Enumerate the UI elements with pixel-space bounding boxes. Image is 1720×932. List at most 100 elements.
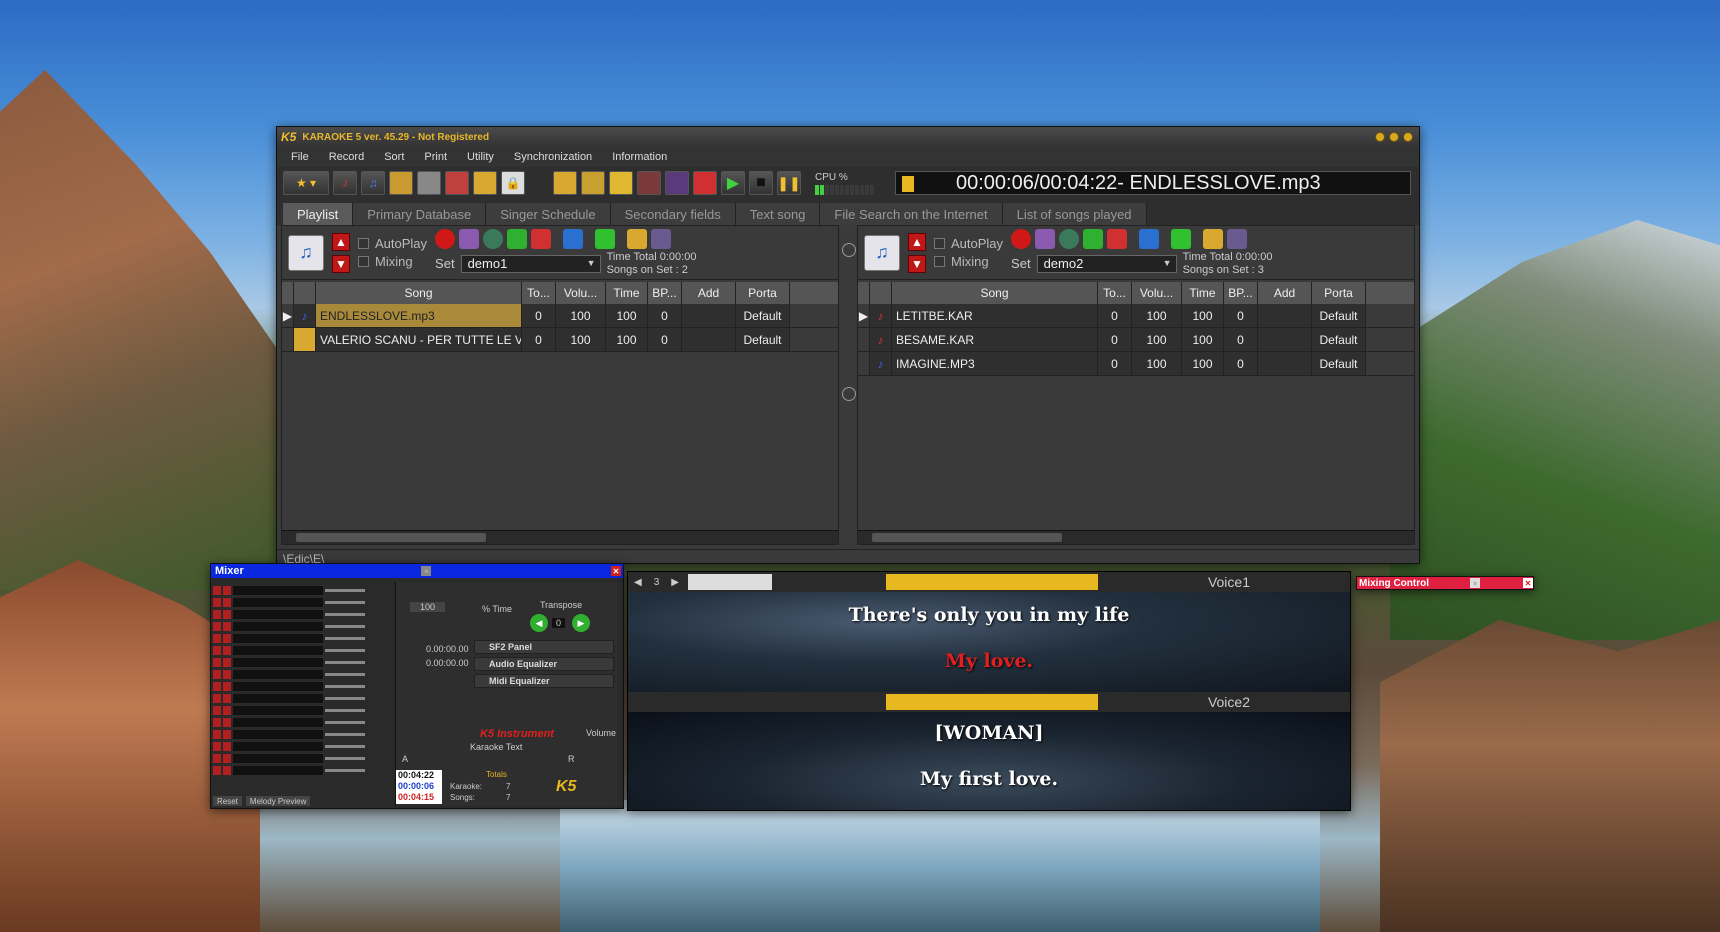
col-song[interactable]: Song bbox=[316, 282, 522, 304]
lock-icon[interactable]: 🔒 bbox=[501, 171, 525, 195]
screen-icon[interactable] bbox=[553, 171, 577, 195]
move-up-button[interactable]: ▲ bbox=[908, 232, 926, 251]
tab-list-songs-played[interactable]: List of songs played bbox=[1002, 203, 1147, 225]
add-singer-icon[interactable]: ♫ bbox=[864, 234, 900, 271]
col-time[interactable]: Time bbox=[1182, 282, 1224, 304]
list-icon[interactable] bbox=[459, 228, 480, 249]
col-bpm[interactable]: BP... bbox=[1224, 282, 1258, 304]
autoplay-checkbox[interactable]: AutoPlay bbox=[934, 235, 1003, 253]
move-up-button[interactable]: ▲ bbox=[332, 232, 350, 251]
tab-playlist[interactable]: Playlist bbox=[283, 203, 354, 225]
tab-file-search-internet[interactable]: File Search on the Internet bbox=[820, 203, 1003, 225]
prev-page-button[interactable]: ◀ bbox=[628, 577, 648, 588]
remove-icon[interactable] bbox=[1107, 228, 1128, 249]
channel-strip[interactable] bbox=[213, 730, 393, 739]
tab-secondary-fields[interactable]: Secondary fields bbox=[610, 203, 736, 225]
transpose-down-button[interactable]: ◀ bbox=[530, 614, 548, 632]
menu-sort[interactable]: Sort bbox=[384, 151, 404, 163]
maximize-button[interactable] bbox=[1389, 132, 1399, 142]
col-bpm[interactable]: BP... bbox=[648, 282, 682, 304]
title-bar[interactable]: K5 KARAOKE 5 ver. 45.29 - Not Registered bbox=[277, 127, 1419, 147]
autoplay-checkbox[interactable]: AutoPlay bbox=[358, 235, 427, 253]
list-icon[interactable] bbox=[1035, 228, 1056, 249]
table-row[interactable]: ♪ IMAGINE.MP3 0 100 100 0 Default bbox=[858, 352, 1414, 376]
info-icon[interactable] bbox=[1227, 228, 1248, 249]
add-icon[interactable] bbox=[507, 228, 528, 249]
col-to[interactable]: To... bbox=[1098, 282, 1132, 304]
menu-file[interactable]: File bbox=[291, 151, 309, 163]
right-horizontal-scrollbar[interactable] bbox=[858, 530, 1414, 544]
set-dropdown[interactable]: demo1 bbox=[460, 254, 601, 273]
record-icon[interactable] bbox=[637, 171, 661, 195]
audio-equalizer[interactable]: Audio Equalizer bbox=[474, 657, 614, 671]
play-set-icon[interactable] bbox=[1171, 228, 1192, 249]
move-down-button[interactable]: ▼ bbox=[332, 254, 350, 273]
k5-instrument[interactable]: K5 Instrument bbox=[480, 728, 554, 740]
reset-button[interactable]: Reset bbox=[213, 796, 242, 806]
table-row[interactable]: ▶ ♪ ENDLESSLOVE.mp3 0 100 100 0 Default bbox=[282, 304, 838, 328]
open-folder-icon[interactable] bbox=[1203, 228, 1224, 249]
settings-icon[interactable] bbox=[417, 171, 441, 195]
menu-print[interactable]: Print bbox=[424, 151, 447, 163]
audio-note-icon[interactable]: ♫ bbox=[361, 171, 385, 195]
divider-knob-mid[interactable] bbox=[842, 387, 856, 401]
mixing-checkbox[interactable]: Mixing bbox=[934, 253, 1003, 271]
play-set-icon[interactable] bbox=[595, 228, 616, 249]
stop-icon[interactable]: ■ bbox=[749, 171, 773, 195]
refresh-icon[interactable] bbox=[483, 228, 504, 249]
add-singer-icon[interactable]: ♫ bbox=[288, 234, 324, 271]
pause-icon[interactable]: ❚❚ bbox=[777, 171, 801, 195]
info-icon[interactable] bbox=[651, 228, 672, 249]
channel-strip[interactable] bbox=[213, 622, 393, 631]
mixer-restore-button[interactable]: ▫ bbox=[421, 566, 432, 576]
close-button[interactable] bbox=[1403, 132, 1413, 142]
channel-strip[interactable] bbox=[213, 754, 393, 763]
sf2-panel[interactable]: SF2 Panel bbox=[474, 640, 614, 654]
set-dropdown[interactable]: demo2 bbox=[1036, 254, 1177, 273]
col-add[interactable]: Add bbox=[1258, 282, 1312, 304]
tab-text-song[interactable]: Text song bbox=[735, 203, 821, 225]
channel-strip[interactable] bbox=[213, 682, 393, 691]
editor-icon[interactable] bbox=[389, 171, 413, 195]
save-icon[interactable] bbox=[1139, 228, 1160, 249]
channel-strip[interactable] bbox=[213, 718, 393, 727]
divider-knob-top[interactable] bbox=[842, 243, 856, 257]
lyrics-icon[interactable] bbox=[581, 171, 605, 195]
transpose-up-button[interactable]: ▶ bbox=[572, 614, 590, 632]
col-volume[interactable]: Volu... bbox=[556, 282, 606, 304]
refresh-icon[interactable] bbox=[1059, 228, 1080, 249]
table-row[interactable]: ♪ BESAME.KAR 0 100 100 0 Default bbox=[858, 328, 1414, 352]
move-down-button[interactable]: ▼ bbox=[908, 254, 926, 273]
col-volume[interactable]: Volu... bbox=[1132, 282, 1182, 304]
play-icon[interactable]: ▶ bbox=[721, 171, 745, 195]
tab-singer-schedule[interactable]: Singer Schedule bbox=[486, 203, 611, 225]
menu-synchronization[interactable]: Synchronization bbox=[514, 151, 592, 163]
melody-preview-button[interactable]: Melody Preview bbox=[245, 796, 311, 806]
channel-strip[interactable] bbox=[213, 694, 393, 703]
col-porta[interactable]: Porta bbox=[1312, 282, 1366, 304]
remove-icon[interactable] bbox=[531, 228, 552, 249]
channel-strip[interactable] bbox=[213, 598, 393, 607]
mixing-checkbox[interactable]: Mixing bbox=[358, 253, 427, 271]
mixing-control-window[interactable]: Mixing Control ▫ ✕ bbox=[1356, 576, 1534, 590]
channel-strip[interactable] bbox=[213, 646, 393, 655]
channel-strip[interactable] bbox=[213, 610, 393, 619]
mixing-control-close-button[interactable]: ✕ bbox=[1523, 578, 1533, 588]
channel-strip[interactable] bbox=[213, 670, 393, 679]
col-to[interactable]: To... bbox=[522, 282, 556, 304]
rewind-icon[interactable] bbox=[693, 171, 717, 195]
minimize-button[interactable] bbox=[1375, 132, 1385, 142]
menu-information[interactable]: Information bbox=[612, 151, 667, 163]
scroll-thumb[interactable] bbox=[296, 533, 486, 542]
save-icon[interactable] bbox=[563, 228, 584, 249]
monitor-icon[interactable] bbox=[665, 171, 689, 195]
scroll-thumb[interactable] bbox=[872, 533, 1062, 542]
menu-utility[interactable]: Utility bbox=[467, 151, 494, 163]
midi-equalizer[interactable]: Midi Equalizer bbox=[474, 674, 614, 688]
col-time[interactable]: Time bbox=[606, 282, 648, 304]
channel-strip[interactable] bbox=[213, 586, 393, 595]
display-icon[interactable] bbox=[609, 171, 633, 195]
menu-record[interactable]: Record bbox=[329, 151, 364, 163]
tempo-field[interactable]: 100 bbox=[410, 602, 446, 612]
left-horizontal-scrollbar[interactable] bbox=[282, 530, 838, 544]
